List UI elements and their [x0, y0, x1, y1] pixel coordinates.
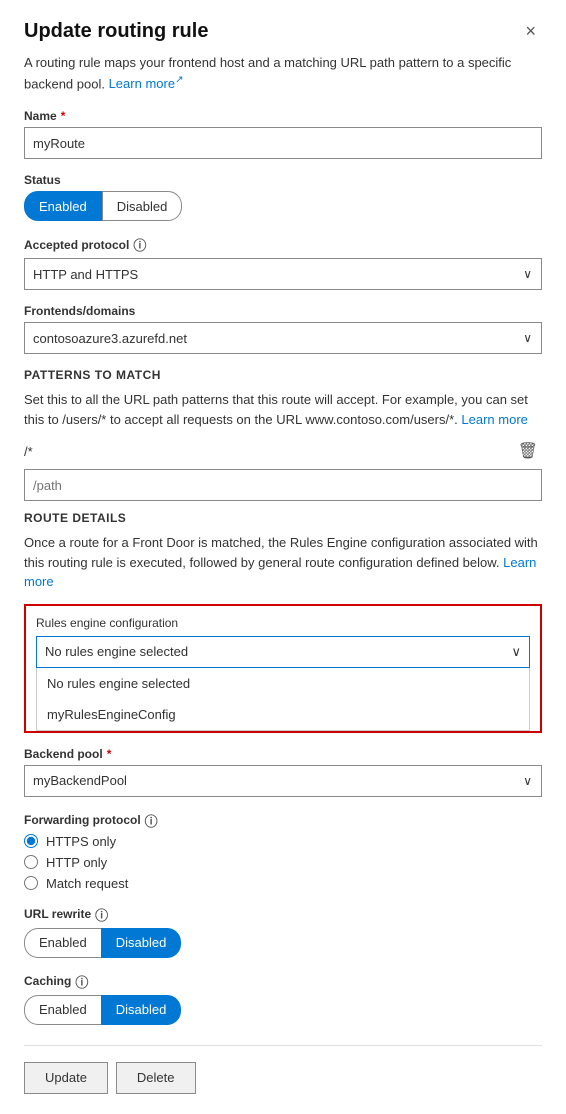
rules-engine-dropdown: No rules engine selected ∨ No rules engi…: [36, 636, 530, 731]
forwarding-protocol-field-group: Forwarding protocol ⓘ HTTPS only HTTP on…: [24, 811, 542, 891]
forwarding-protocol-radio-group: HTTPS only HTTP only Match request: [24, 834, 542, 891]
rules-engine-trigger[interactable]: No rules engine selected ∨: [36, 636, 530, 668]
backend-pool-select[interactable]: myBackendPool: [24, 765, 542, 797]
backend-pool-label: Backend pool *: [24, 747, 542, 761]
rules-engine-option-none[interactable]: No rules engine selected: [37, 668, 529, 699]
route-details-description: Once a route for a Front Door is matched…: [24, 533, 542, 592]
caching-toggle-group: Enabled Disabled: [24, 995, 542, 1025]
frontends-select-wrapper: contosoazure3.azurefd.net ∨: [24, 322, 542, 354]
pattern-row: /* 🗑: [24, 439, 542, 463]
url-rewrite-enabled-button[interactable]: Enabled: [24, 928, 101, 958]
url-rewrite-disabled-button[interactable]: Disabled: [101, 928, 182, 958]
status-label: Status: [24, 173, 542, 187]
status-toggle-group: Enabled Disabled: [24, 191, 542, 221]
rules-engine-selected: No rules engine selected: [45, 644, 188, 659]
frontends-field-group: Frontends/domains contosoazure3.azurefd.…: [24, 304, 542, 354]
forwarding-protocol-https-option[interactable]: HTTPS only: [24, 834, 542, 849]
protocol-select-wrapper: HTTP and HTTPS HTTP only HTTPS only ∨: [24, 258, 542, 290]
name-required-indicator: *: [61, 109, 66, 123]
url-rewrite-toggle-group: Enabled Disabled: [24, 928, 542, 958]
forwarding-protocol-match-option[interactable]: Match request: [24, 876, 542, 891]
close-button[interactable]: ×: [519, 20, 542, 42]
forwarding-protocol-https-radio[interactable]: [24, 834, 38, 848]
protocol-label: Accepted protocol ⓘ: [24, 235, 542, 254]
name-field-group: Name *: [24, 109, 542, 159]
patterns-section: PATTERNS TO MATCH Set this to all the UR…: [24, 368, 542, 501]
patterns-section-header: PATTERNS TO MATCH: [24, 368, 542, 382]
external-link-icon: ↗: [175, 75, 183, 86]
rules-engine-label: Rules engine configuration: [36, 616, 530, 630]
rules-engine-chevron-icon: ∨: [511, 644, 521, 660]
frontends-label: Frontends/domains: [24, 304, 542, 318]
route-details-section: ROUTE DETAILS Once a route for a Front D…: [24, 511, 542, 733]
caching-field-group: Caching ⓘ Enabled Disabled: [24, 972, 542, 1025]
forwarding-protocol-https-label: HTTPS only: [46, 834, 116, 849]
panel-header: Update routing rule ×: [24, 20, 542, 43]
url-rewrite-field-group: URL rewrite ⓘ Enabled Disabled: [24, 905, 542, 958]
footer: Update Delete: [24, 1045, 542, 1094]
route-details-header: ROUTE DETAILS: [24, 511, 542, 525]
forwarding-protocol-info-icon[interactable]: ⓘ: [145, 811, 158, 830]
delete-button[interactable]: Delete: [116, 1062, 196, 1094]
patterns-description: Set this to all the URL path patterns th…: [24, 390, 542, 429]
caching-label: Caching ⓘ: [24, 972, 542, 991]
backend-pool-required-indicator: *: [107, 747, 112, 761]
forwarding-protocol-http-label: HTTP only: [46, 855, 107, 870]
rules-engine-option-myconfig[interactable]: myRulesEngineConfig: [37, 699, 529, 730]
caching-info-icon[interactable]: ⓘ: [75, 972, 88, 991]
forwarding-protocol-http-option[interactable]: HTTP only: [24, 855, 542, 870]
update-routing-rule-panel: Update routing rule × A routing rule map…: [0, 0, 566, 1114]
frontends-select[interactable]: contosoazure3.azurefd.net: [24, 322, 542, 354]
forwarding-protocol-label: Forwarding protocol ⓘ: [24, 811, 542, 830]
protocol-info-icon[interactable]: ⓘ: [133, 235, 146, 254]
pattern-delete-icon[interactable]: 🗑: [514, 439, 542, 463]
forwarding-protocol-match-label: Match request: [46, 876, 128, 891]
description-learn-more-link[interactable]: Learn more↗: [109, 76, 184, 91]
backend-pool-field-group: Backend pool * myBackendPool ∨: [24, 747, 542, 797]
protocol-select[interactable]: HTTP and HTTPS HTTP only HTTPS only: [24, 258, 542, 290]
url-rewrite-info-icon[interactable]: ⓘ: [95, 905, 108, 924]
forwarding-protocol-match-radio[interactable]: [24, 876, 38, 890]
rules-engine-section: Rules engine configuration No rules engi…: [24, 604, 542, 733]
name-input[interactable]: [24, 127, 542, 159]
update-button[interactable]: Update: [24, 1062, 108, 1094]
caching-disabled-button[interactable]: Disabled: [101, 995, 182, 1025]
caching-enabled-button[interactable]: Enabled: [24, 995, 101, 1025]
patterns-learn-more-link[interactable]: Learn more: [461, 412, 527, 427]
url-rewrite-label: URL rewrite ⓘ: [24, 905, 542, 924]
status-enabled-button[interactable]: Enabled: [24, 191, 102, 221]
rules-engine-dropdown-list: No rules engine selected myRulesEngineCo…: [36, 668, 530, 731]
protocol-field-group: Accepted protocol ⓘ HTTP and HTTPS HTTP …: [24, 235, 542, 290]
panel-description: A routing rule maps your frontend host a…: [24, 53, 542, 93]
pattern-value: /*: [24, 444, 506, 459]
name-label: Name *: [24, 109, 542, 123]
description-text: A routing rule maps your frontend host a…: [24, 55, 511, 91]
pattern-input[interactable]: [24, 469, 542, 501]
backend-pool-select-wrapper: myBackendPool ∨: [24, 765, 542, 797]
status-field-group: Status Enabled Disabled: [24, 173, 542, 221]
forwarding-protocol-http-radio[interactable]: [24, 855, 38, 869]
page-title: Update routing rule: [24, 20, 208, 43]
status-disabled-button[interactable]: Disabled: [102, 191, 183, 221]
